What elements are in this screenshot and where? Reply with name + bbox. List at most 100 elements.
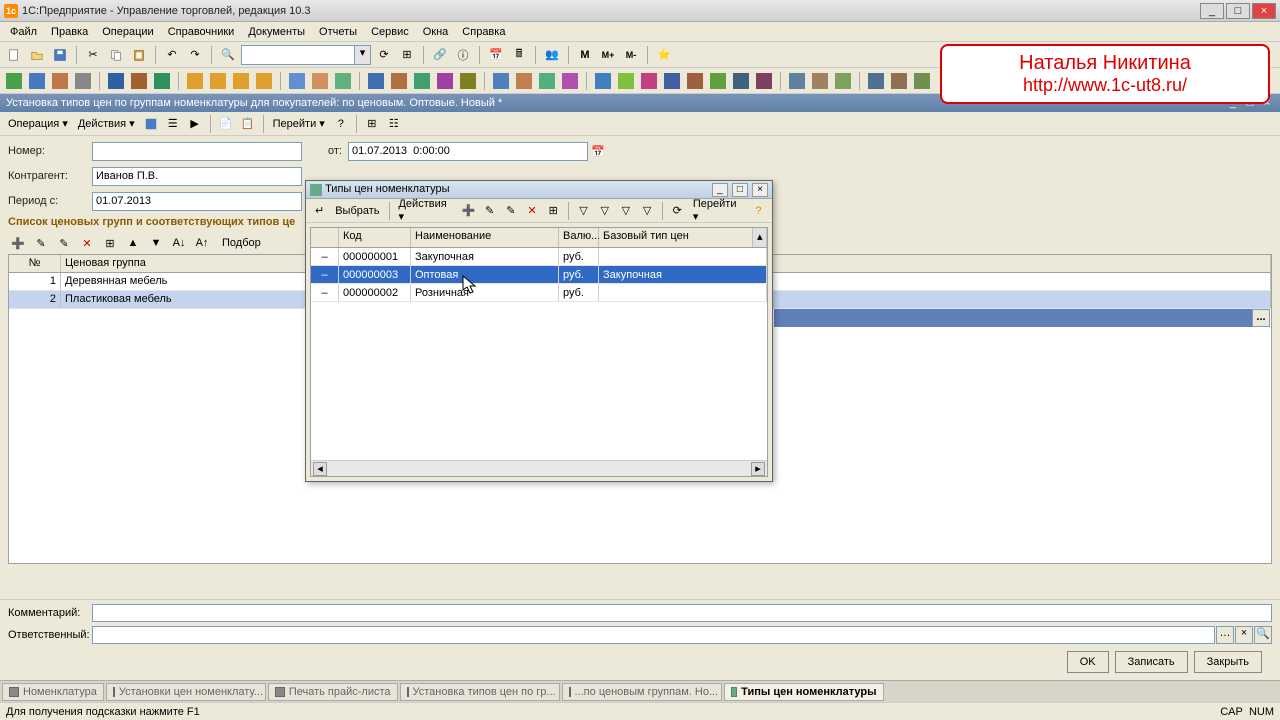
actions-dropdown[interactable]: Действия ▾: [74, 115, 139, 132]
tb2-icon[interactable]: [389, 71, 409, 91]
tb2-icon[interactable]: [152, 71, 172, 91]
tb2-icon[interactable]: [866, 71, 886, 91]
list-row[interactable]: – 000000001 Закупочная руб.: [311, 248, 767, 266]
copy-row-icon[interactable]: ✎: [31, 233, 51, 253]
paste-icon[interactable]: [129, 45, 149, 65]
scroll-left[interactable]: ◂: [313, 462, 327, 476]
tb2-icon[interactable]: [708, 71, 728, 91]
menu-operations[interactable]: Операции: [96, 24, 159, 40]
hierarchy-icon[interactable]: ⊞: [544, 201, 563, 221]
edit-row-icon[interactable]: ✎: [54, 233, 74, 253]
doc-post-icon[interactable]: ▶: [185, 114, 205, 134]
delete-row-icon[interactable]: ✕: [77, 233, 97, 253]
link-icon[interactable]: 🔗: [430, 45, 450, 65]
tb2-icon[interactable]: [333, 71, 353, 91]
from-input[interactable]: [348, 142, 588, 161]
task-item[interactable]: Установка типов цен по гр...: [400, 683, 560, 701]
tb2-icon[interactable]: [912, 71, 932, 91]
save-icon[interactable]: [50, 45, 70, 65]
menu-windows[interactable]: Окна: [417, 24, 455, 40]
clear-button[interactable]: ×: [1235, 626, 1253, 644]
col-currency[interactable]: Валю...: [559, 228, 599, 247]
copy-icon[interactable]: [106, 45, 126, 65]
add-copy-icon[interactable]: ✎: [480, 201, 499, 221]
tb2-icon[interactable]: [106, 71, 126, 91]
refresh-icon[interactable]: ⟳: [668, 201, 687, 221]
tb2-icon[interactable]: [254, 71, 274, 91]
doc-struct-icon[interactable]: ⊞: [362, 114, 382, 134]
close-button[interactable]: ×: [1252, 3, 1276, 19]
m-plus-icon[interactable]: M+: [598, 45, 618, 65]
menu-documents[interactable]: Документы: [242, 24, 311, 40]
filter2-icon[interactable]: ▽: [595, 201, 614, 221]
responsible-input[interactable]: [92, 626, 1215, 644]
tb2-icon[interactable]: [889, 71, 909, 91]
edit-icon[interactable]: ✎: [501, 201, 520, 221]
tb2-icon[interactable]: [685, 71, 705, 91]
doc-copy-icon[interactable]: 📄: [216, 114, 236, 134]
menu-catalogs[interactable]: Справочники: [162, 24, 241, 40]
add-icon[interactable]: ➕: [459, 201, 478, 221]
ellipsis-button[interactable]: …: [1216, 626, 1234, 644]
tb2-icon[interactable]: [514, 71, 534, 91]
fill-icon[interactable]: ⊞: [100, 233, 120, 253]
tb2-icon[interactable]: [616, 71, 636, 91]
tb2-icon[interactable]: [129, 71, 149, 91]
users-icon[interactable]: 👥: [542, 45, 562, 65]
down-icon[interactable]: ▼: [146, 233, 166, 253]
open-button[interactable]: 🔍: [1254, 626, 1272, 644]
dialog-close-button[interactable]: ×: [752, 183, 768, 197]
menu-reports[interactable]: Отчеты: [313, 24, 363, 40]
dialog-actions-dropdown[interactable]: Действия ▾: [394, 196, 456, 225]
dialog-max-button[interactable]: □: [732, 183, 748, 197]
choose-button[interactable]: Выбрать: [331, 203, 383, 219]
horizontal-scrollbar[interactable]: ◂ ▸: [311, 460, 767, 476]
sort-asc-icon[interactable]: A↓: [169, 233, 189, 253]
select-button[interactable]: Подбор: [215, 234, 268, 252]
find-icon[interactable]: 🔍: [218, 45, 238, 65]
minimize-button[interactable]: _: [1200, 3, 1224, 19]
tb2-icon[interactable]: [310, 71, 330, 91]
ok-button[interactable]: OK: [1067, 651, 1109, 673]
tb2-icon[interactable]: [208, 71, 228, 91]
maximize-button[interactable]: □: [1226, 3, 1250, 19]
filter3-icon[interactable]: ▽: [616, 201, 635, 221]
dialog-help-icon[interactable]: ?: [749, 201, 768, 221]
comment-input[interactable]: [92, 604, 1272, 622]
tb2-icon[interactable]: [185, 71, 205, 91]
task-item[interactable]: ...по ценовым группам. Но...: [562, 683, 722, 701]
tb2-icon[interactable]: [754, 71, 774, 91]
refresh-icon[interactable]: ⟳: [374, 45, 394, 65]
menu-edit[interactable]: Правка: [45, 24, 94, 40]
menu-help[interactable]: Справка: [456, 24, 511, 40]
redo-icon[interactable]: ↷: [185, 45, 205, 65]
col-base[interactable]: Базовый тип цен: [599, 228, 753, 247]
col-name[interactable]: Наименование: [411, 228, 559, 247]
up-icon[interactable]: ▲: [123, 233, 143, 253]
tb2-icon[interactable]: [560, 71, 580, 91]
tb2-icon[interactable]: [287, 71, 307, 91]
del-mark-icon[interactable]: ✕: [522, 201, 541, 221]
list-row-selected[interactable]: – 000000003 Оптовая руб. Закупочная: [311, 266, 767, 284]
col-code[interactable]: Код: [339, 228, 411, 247]
m-icon[interactable]: M: [575, 45, 595, 65]
sort-desc-icon[interactable]: A↑: [192, 233, 212, 253]
task-item[interactable]: Установки цен номенклату...: [106, 683, 266, 701]
tb2-icon[interactable]: [412, 71, 432, 91]
tb2-icon[interactable]: [731, 71, 751, 91]
choose-icon[interactable]: ↵: [310, 201, 329, 221]
task-item-active[interactable]: Типы цен номенклатуры: [724, 683, 884, 701]
menu-service[interactable]: Сервис: [365, 24, 415, 40]
tb2-icon[interactable]: [435, 71, 455, 91]
dialog-min-button[interactable]: _: [712, 183, 728, 197]
cut-icon[interactable]: ✂: [83, 45, 103, 65]
doc-tree-icon[interactable]: ☷: [384, 114, 404, 134]
scrollbar-up[interactable]: ▴: [753, 228, 767, 247]
tb2-icon[interactable]: [458, 71, 478, 91]
contragent-input[interactable]: [92, 167, 302, 186]
info-icon[interactable]: ⓘ: [453, 45, 473, 65]
doc-list-icon[interactable]: ☰: [163, 114, 183, 134]
period-input[interactable]: [92, 192, 302, 211]
filter1-icon[interactable]: ▽: [574, 201, 593, 221]
col-n[interactable]: №: [9, 255, 61, 272]
